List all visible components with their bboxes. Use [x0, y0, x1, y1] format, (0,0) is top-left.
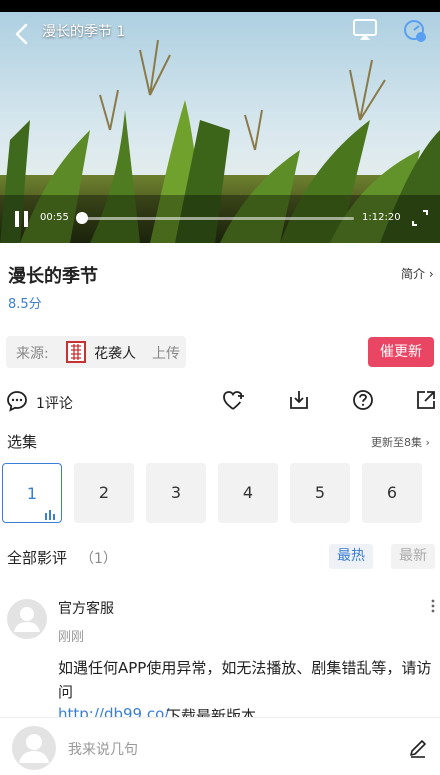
- episodes-more-link[interactable]: 更新至8集 ›: [371, 434, 430, 450]
- current-time: 00:55: [40, 212, 69, 223]
- comment-text: 如遇任何APP使用异常，如无法播放、剧集错乱等，请访问: [58, 659, 432, 701]
- video-controls: 00:55 1:12:20: [0, 202, 440, 236]
- source-box[interactable]: 来源: 花袭人 上传: [6, 336, 186, 368]
- comment-input[interactable]: 我来说几句: [68, 739, 138, 759]
- speed-icon[interactable]: [402, 18, 428, 44]
- like-icon[interactable]: [222, 389, 246, 411]
- avatar[interactable]: [7, 599, 47, 639]
- uploader-suffix: 上传: [152, 346, 180, 362]
- uploader-name: 花袭人: [94, 346, 136, 362]
- playing-bars-icon: [45, 510, 55, 520]
- pen-icon[interactable]: [408, 738, 428, 758]
- reviews-heading: 全部影评: [7, 549, 68, 567]
- video-player[interactable]: 漫长的季节 1 00:55 1:12:20: [0, 0, 440, 243]
- total-time: 1:12:20: [362, 212, 401, 223]
- tab-newest[interactable]: 最新: [391, 544, 435, 569]
- episode-number: 1: [26, 484, 38, 503]
- episode-3[interactable]: 3: [146, 463, 206, 523]
- comment-time: 刚刚: [58, 630, 85, 645]
- back-icon[interactable]: [12, 22, 32, 46]
- uploader-avatar: [66, 341, 86, 363]
- comment-author: 官方客服: [58, 601, 114, 617]
- comment-count[interactable]: 1评论: [36, 393, 73, 413]
- share-icon[interactable]: [415, 389, 437, 411]
- cast-icon[interactable]: [352, 18, 378, 42]
- episodes-heading: 选集: [7, 433, 38, 451]
- rating: 8.5分: [8, 297, 42, 312]
- show-title: 漫长的季节: [8, 266, 98, 287]
- episode-6[interactable]: 6: [362, 463, 422, 523]
- comment-icon[interactable]: [6, 390, 28, 412]
- request-update-button[interactable]: 催更新: [368, 337, 434, 367]
- progress-handle[interactable]: [75, 212, 88, 224]
- episode-2[interactable]: 2: [74, 463, 134, 523]
- avatar: [12, 726, 56, 770]
- help-icon[interactable]: [352, 389, 374, 411]
- fullscreen-icon[interactable]: [410, 208, 430, 228]
- action-row: 1评论: [0, 382, 440, 418]
- comment-input-bar[interactable]: 我来说几句: [0, 717, 440, 775]
- source-label: 来源:: [16, 346, 49, 362]
- episode-1[interactable]: 1: [2, 463, 62, 523]
- tab-hottest[interactable]: 最热: [329, 544, 373, 569]
- more-options-icon[interactable]: [429, 598, 437, 614]
- status-bar: [0, 0, 440, 12]
- download-icon[interactable]: [288, 389, 310, 411]
- video-title: 漫长的季节 1: [42, 24, 126, 40]
- progress-bar[interactable]: [75, 212, 354, 224]
- episode-5[interactable]: 5: [290, 463, 350, 523]
- intro-link[interactable]: 简介 ›: [401, 265, 434, 282]
- reviews-count: （1）: [80, 551, 117, 567]
- pause-icon[interactable]: [12, 208, 32, 230]
- video-top-bar: 漫长的季节 1: [0, 12, 440, 52]
- episode-4[interactable]: 4: [218, 463, 278, 523]
